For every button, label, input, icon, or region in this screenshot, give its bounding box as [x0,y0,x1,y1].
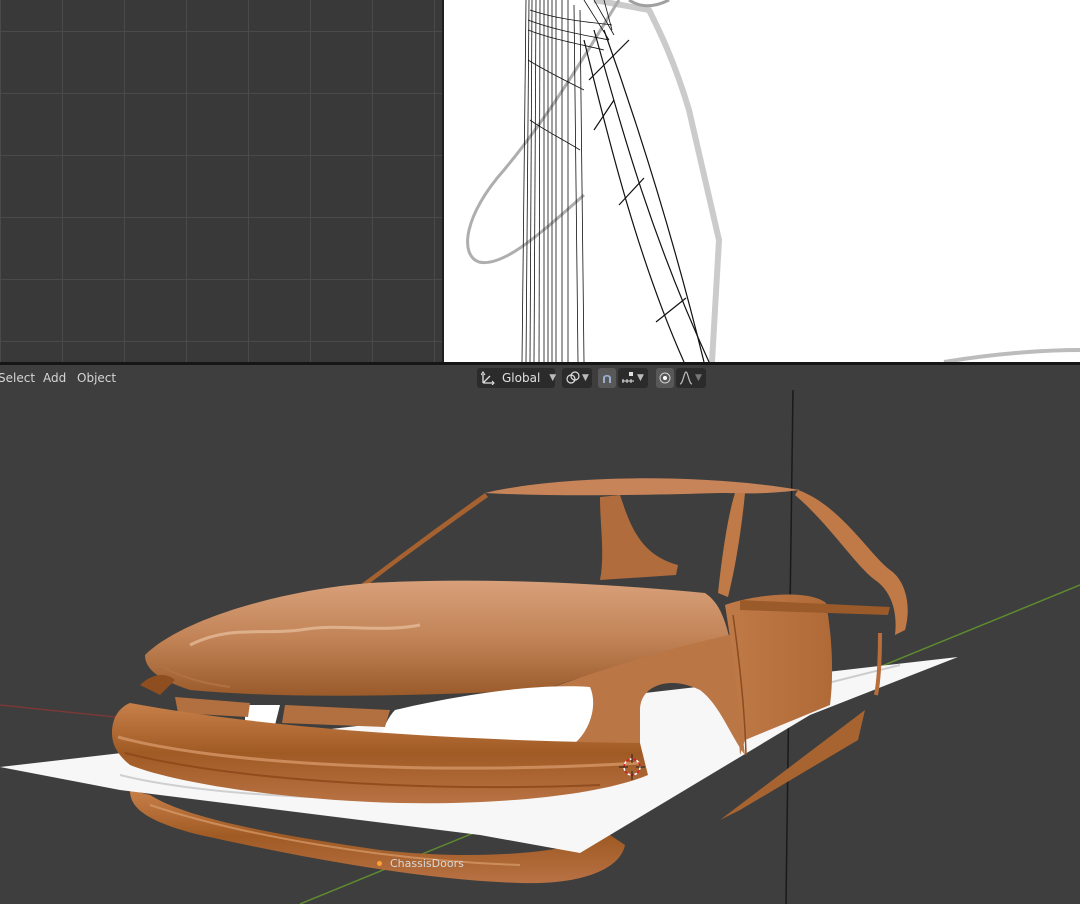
menu-select[interactable]: Select [0,371,35,385]
transform-orientation-dropdown[interactable]: Global ▼ [477,368,557,388]
viewport-header: Select Add Object Global ▼ ▼ ▼ ▼ [0,365,1080,391]
top-left-editor-grid[interactable] [0,0,442,362]
snap-toggle[interactable] [598,368,616,388]
orientation-value: Global [502,371,541,385]
snap-magnet-icon [600,371,614,385]
menu-object[interactable]: Object [77,371,116,385]
pivot-point-icon [566,371,580,385]
menu-add[interactable]: Add [43,371,66,385]
snap-target-dropdown[interactable]: ▼ [618,368,648,388]
falloff-dropdown[interactable]: ▼ [676,368,706,388]
reference-wireframe [466,0,1080,362]
scene-canvas [0,389,1080,904]
falloff-curve-icon [679,371,693,385]
pivot-point-dropdown[interactable]: ▼ [562,368,592,388]
proportional-editing-icon [658,371,672,385]
transform-orientation-icon [481,371,495,385]
chevron-down-icon: ▼ [582,373,589,383]
object-origin-dot [377,861,382,866]
chevron-down-icon: ▼ [549,373,557,383]
proportional-editing-toggle[interactable] [656,368,674,388]
snap-increment-icon [621,371,635,385]
reference-view[interactable] [444,0,1080,362]
3d-viewport[interactable]: ChassisDoors Select Add Object Global ▼ … [0,365,1080,904]
roof-mesh [485,478,800,496]
chevron-down-icon: ▼ [695,373,702,383]
chevron-down-icon: ▼ [637,373,644,383]
object-name-label: ChassisDoors [390,857,464,870]
